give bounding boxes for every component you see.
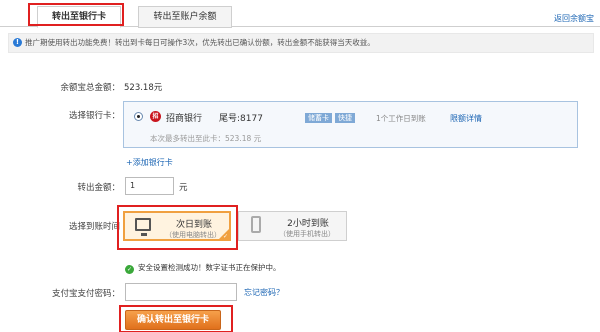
limit-details-link[interactable]: 限额详情 — [450, 113, 482, 124]
amount-label: 转出金额： — [77, 183, 120, 193]
info-icon: ! — [13, 38, 22, 47]
add-bank-card-link[interactable]: +添加银行卡 — [126, 157, 173, 168]
password-label: 支付宝支付密码： — [51, 289, 120, 299]
quick-pay-badge: 快捷 — [335, 113, 355, 123]
two-hour-title: 2小时到账 — [287, 219, 329, 229]
card-tail-number: 尾号:8177 — [219, 114, 263, 124]
bank-select-label: 选择银行卡： — [68, 111, 120, 121]
notice-text: 推广期使用转出功能免费！转出到卡每日可操作3次，优先转出已确认份额，转出金额不能… — [25, 38, 375, 47]
bank-logo-icon: 招 — [150, 111, 161, 122]
amount-unit: 元 — [179, 183, 188, 193]
highlight-box-option — [117, 205, 238, 250]
shield-check-icon: ✓ — [125, 265, 134, 274]
forgot-password-link[interactable]: 忘记密码？ — [244, 287, 284, 298]
bank-radio[interactable] — [134, 112, 143, 121]
two-hour-subtitle: （使用手机转出） — [279, 230, 335, 238]
bank-name: 招商银行 — [166, 114, 203, 124]
bank-card-option[interactable]: 招 招商银行 尾号:8177 储蓄卡 快捷 1个工作日到账 限额详情 本次最多转… — [123, 101, 578, 148]
security-text: 安全设置检测成功！数字证书正在保护中。 — [138, 263, 281, 272]
highlight-box-button — [119, 305, 233, 332]
arrival-time-label: 选择到账时间 — [68, 222, 120, 232]
max-transfer-note: 本次最多转出至此卡：523.18 元 — [150, 134, 262, 143]
arrival-time-text: 1个工作日到账 — [376, 114, 426, 123]
highlight-box-tab — [28, 3, 124, 26]
security-status: ✓ 安全设置检测成功！数字证书正在保护中。 — [125, 262, 281, 274]
balance-value: 523.18元 — [124, 83, 163, 93]
amount-input[interactable]: 1 — [125, 177, 174, 195]
payment-password-input[interactable] — [125, 283, 237, 301]
tab-transfer-to-balance[interactable]: 转出至账户余额 — [138, 6, 232, 28]
debit-card-badge: 储蓄卡 — [305, 113, 332, 123]
two-hour-option[interactable]: 2小时到账 （使用手机转出） — [238, 211, 347, 241]
balance-label: 余额宝总金额： — [60, 83, 120, 93]
phone-icon — [251, 216, 261, 233]
back-to-yuebao-link[interactable]: 返回余额宝 — [554, 13, 594, 24]
notice-bar: ! 推广期使用转出功能免费！转出到卡每日可操作3次，优先转出已确认份额，转出金额… — [8, 33, 594, 53]
